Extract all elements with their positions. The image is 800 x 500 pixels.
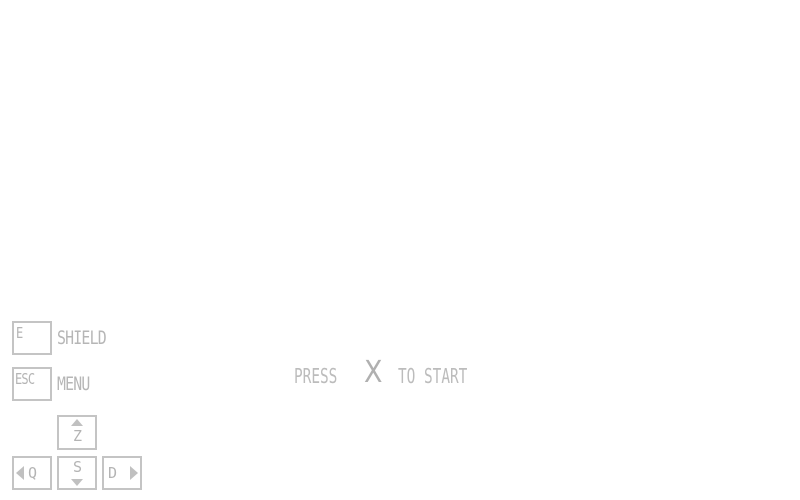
game-screen[interactable]: E SHIELD ESC MENU Z Q S D PRESS X TO STA… [0,0,800,500]
key-up-label: Z [73,427,83,445]
key-left-label: Q [28,464,38,482]
key-up: Z [57,415,97,450]
key-e: E [12,321,52,355]
menu-label: MENU [57,373,90,395]
key-down: S [57,456,97,490]
arrow-right-icon [130,466,138,480]
start-key-x: X [364,355,383,390]
shield-label: SHIELD [57,327,107,349]
key-down-label: S [73,458,83,476]
key-right-label: D [108,464,118,482]
arrow-up-icon [71,419,83,426]
press-label: PRESS [294,364,338,388]
arrow-down-icon [71,479,83,486]
key-esc-label: ESC [15,370,35,388]
key-e-label: E [16,324,23,342]
key-esc: ESC [12,367,52,401]
key-left: Q [12,456,52,490]
to-start-label: TO START [398,364,468,388]
key-right: D [102,456,142,490]
arrow-left-icon [16,466,24,480]
